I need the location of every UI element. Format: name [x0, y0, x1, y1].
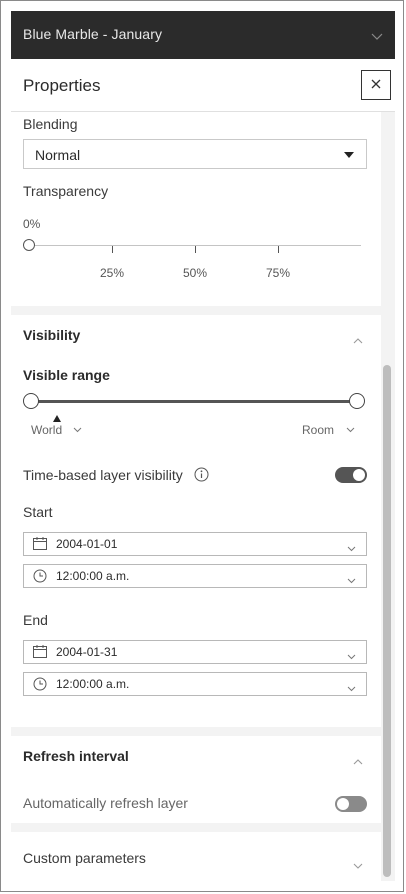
refresh-header[interactable]: Refresh interval — [11, 736, 381, 776]
chevron-down-icon[interactable] — [353, 856, 363, 874]
panel-scroll-area[interactable]: Blending Normal Transparency 0% 25% 50% … — [11, 112, 381, 881]
slider-track — [23, 245, 361, 246]
end-date-value: 2004-01-31 — [56, 645, 118, 659]
chevron-down-icon — [347, 679, 356, 697]
start-date-value: 2004-01-01 — [56, 537, 118, 551]
visible-range-slider[interactable] — [23, 390, 371, 422]
start-time-value: 12:00:00 a.m. — [56, 569, 130, 583]
start-label: Start — [23, 504, 53, 520]
min-scale-select[interactable]: World — [31, 421, 82, 441]
refresh-section: Refresh interval Automatically refresh l… — [11, 736, 381, 823]
end-label: End — [23, 612, 48, 628]
max-scale-value: Room — [302, 423, 335, 437]
layer-title-bar[interactable]: Blue Marble - January — [11, 11, 395, 59]
tick-label: 75% — [266, 266, 291, 280]
blending-section: Blending Normal Transparency 0% 25% 50% … — [11, 112, 381, 306]
slider-tick — [112, 246, 113, 253]
refresh-interval-label: Refresh interval — [23, 748, 129, 764]
panel-header: Properties — [11, 59, 395, 112]
scrollbar[interactable] — [381, 112, 395, 881]
caret-down-icon — [344, 152, 354, 158]
visibility-header[interactable]: Visibility — [11, 315, 381, 351]
panel-title: Properties — [23, 76, 101, 95]
start-date-field[interactable]: 2004-01-01 — [23, 532, 367, 556]
start-time-field[interactable]: 12:00:00 a.m. — [23, 564, 367, 588]
slider-handle[interactable] — [23, 239, 35, 251]
max-scale-select[interactable]: Room — [302, 421, 355, 441]
transparency-slider[interactable] — [23, 236, 363, 256]
info-icon[interactable] — [194, 467, 209, 487]
time-based-visibility-toggle[interactable] — [335, 467, 367, 483]
toggle-knob — [353, 469, 365, 481]
min-scale-value: World — [31, 423, 63, 437]
calendar-icon — [33, 537, 47, 555]
scrollbar-thumb[interactable] — [383, 365, 391, 877]
end-time-field[interactable]: 12:00:00 a.m. — [23, 672, 367, 696]
chevron-down-icon — [347, 647, 356, 665]
chevron-down-icon — [347, 571, 356, 589]
tick-label: 25% — [100, 266, 125, 280]
toggle-knob — [337, 798, 349, 810]
visible-range-label: Visible range — [23, 367, 110, 383]
tick-label: 50% — [183, 266, 208, 280]
blending-label: Blending — [23, 116, 78, 132]
range-max-handle[interactable] — [349, 393, 365, 409]
chevron-up-icon[interactable] — [353, 752, 363, 770]
time-based-visibility-label: Time-based layer visibility — [23, 467, 183, 483]
chevron-down-icon — [73, 420, 82, 437]
chevron-down-icon — [346, 420, 355, 437]
slider-tick — [278, 246, 279, 253]
blending-value: Normal — [35, 147, 81, 163]
layer-title: Blue Marble - January — [23, 26, 163, 42]
properties-panel: Properties Blending Normal Transparency … — [11, 59, 395, 881]
range-min-handle[interactable] — [23, 393, 39, 409]
close-icon — [371, 76, 381, 94]
chevron-down-icon — [347, 539, 356, 557]
slider-tick — [195, 246, 196, 253]
calendar-icon — [33, 645, 47, 663]
visibility-label: Visibility — [23, 327, 81, 343]
close-button[interactable] — [361, 70, 391, 100]
blending-select[interactable]: Normal — [23, 139, 367, 169]
end-date-field[interactable]: 2004-01-31 — [23, 640, 367, 664]
end-time-value: 12:00:00 a.m. — [56, 677, 130, 691]
custom-parameters-label: Custom parameters — [23, 850, 146, 866]
range-track — [31, 400, 357, 403]
window-frame: Blue Marble - January Properties Blendin… — [0, 0, 404, 892]
clock-icon — [33, 677, 47, 696]
chevron-down-icon[interactable] — [371, 28, 383, 46]
clock-icon — [33, 569, 47, 588]
visibility-section: Visibility Visible range World Room Time… — [11, 315, 381, 727]
auto-refresh-toggle[interactable] — [335, 796, 367, 812]
auto-refresh-label: Automatically refresh layer — [23, 795, 188, 811]
chevron-up-icon[interactable] — [353, 331, 363, 349]
transparency-value: 0% — [23, 217, 41, 231]
custom-parameters-section[interactable]: Custom parameters — [11, 832, 381, 881]
transparency-label: Transparency — [23, 183, 109, 199]
